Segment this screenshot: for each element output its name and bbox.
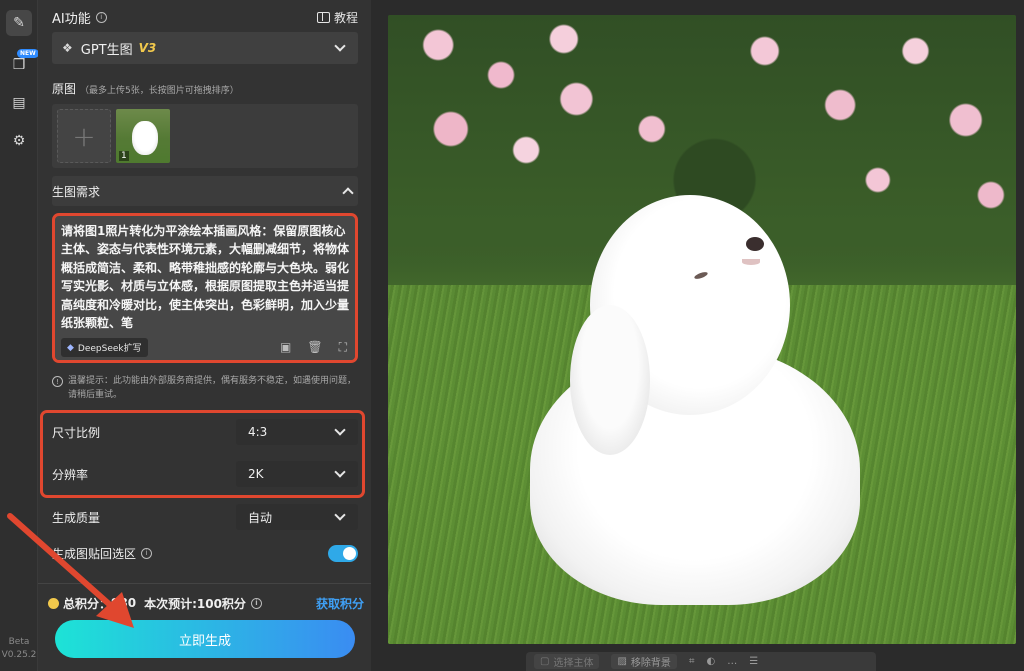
adjust-icon[interactable]: ◐ xyxy=(707,656,716,667)
chevron-up-icon[interactable] xyxy=(342,187,354,199)
thumbnail-dog xyxy=(132,121,158,155)
ai-title: AI功能 xyxy=(52,11,91,27)
quality-value: 自动 xyxy=(248,510,273,525)
tutorial-link[interactable]: 教程 xyxy=(316,9,358,26)
paste-back-info-icon[interactable]: i xyxy=(141,547,153,559)
get-points-link[interactable]: 获取积分 xyxy=(316,595,364,612)
resolution-label: 分辨率 xyxy=(52,467,89,482)
new-badge: NEW xyxy=(17,49,39,58)
generate-button[interactable]: 立即生成 xyxy=(55,620,355,658)
requirement-header[interactable]: 生图需求 xyxy=(52,176,358,206)
chevron-down-icon xyxy=(334,466,346,478)
original-title-row: 原图 （最多上传5张，长按图片可拖拽排序） xyxy=(52,80,239,97)
image-icon: ▨ xyxy=(617,656,627,667)
ai-panel: AI功能 i 教程 ❖ GPT生图 V3 原图 （最多上传5张，长按图片可拖拽排序… xyxy=(38,0,371,671)
trash-icon[interactable]: 🗑 xyxy=(307,340,322,355)
original-title: 原图 xyxy=(52,82,77,96)
dog-mouth xyxy=(742,259,760,265)
source-photo[interactable] xyxy=(388,15,1016,644)
version-beta: Beta xyxy=(8,637,30,647)
left-rail: ✎ ❒ NEW ▤ ⚙ Beta V0.25.2 xyxy=(0,0,39,671)
select-subject-label: 选择主体 xyxy=(553,658,594,669)
service-notice: ! 温馨提示：此功能由外部服务商提供，偶有服务不稳定，如遇使用问题，请稍后重试。 xyxy=(52,374,358,402)
remove-bg-label: 移除背景 xyxy=(630,658,671,669)
prompt-tools: ▣ 🗑 ⛶ xyxy=(280,340,347,355)
select-subject-button[interactable]: ▢ 选择主体 xyxy=(534,654,600,669)
dog-ear xyxy=(570,305,650,455)
chevron-down-icon xyxy=(334,40,346,52)
gear-icon[interactable]: ⚙ xyxy=(6,128,32,154)
upload-area: + 1 xyxy=(52,104,358,168)
whale-icon: ◆ xyxy=(67,342,74,353)
prompt-footer: ◆ DeepSeek扩写 ▣ 🗑 ⛶ xyxy=(55,336,355,360)
prompt-text[interactable]: 请将图1照片转化为平涂绘本插画风格：保留原图核心主体、姿态与代表性环境元素，大幅… xyxy=(61,222,351,340)
canvas-area: ▢ 选择主体 ▨ 移除背景 ⌗ ◐ … ☰ xyxy=(371,0,1024,671)
paste-back-row: 生成图贴回选区 i xyxy=(52,538,358,568)
ai-title-row: AI功能 i 教程 xyxy=(52,8,358,27)
canvas-toolbar: ▢ 选择主体 ▨ 移除背景 ⌗ ◐ … ☰ xyxy=(526,652,876,671)
prompt-textarea[interactable]: 请将图1照片转化为平涂绘本插画风格：保留原图核心主体、姿态与代表性环境元素，大幅… xyxy=(52,213,358,363)
image-thumbnail[interactable]: 1 xyxy=(116,109,170,163)
size-ratio-row: 尺寸比例 4:3 xyxy=(52,417,358,447)
clipboard-icon[interactable]: ▤ xyxy=(6,90,32,116)
model-version: V3 xyxy=(138,41,157,55)
coin-icon xyxy=(48,597,59,609)
more-icon[interactable]: … xyxy=(727,656,737,667)
deepseek-expand-button[interactable]: ◆ DeepSeek扩写 xyxy=(61,338,148,357)
paste-back-toggle[interactable] xyxy=(328,545,358,562)
model-select[interactable]: ❖ GPT生图 V3 xyxy=(52,32,358,64)
resolution-select[interactable]: 2K xyxy=(236,461,358,487)
model-name: GPT生图 xyxy=(80,42,133,58)
total-points-label: 总积分： xyxy=(63,596,112,611)
version-number: V0.25.2 xyxy=(1,650,37,660)
chevron-down-icon xyxy=(334,509,346,521)
dog-nose xyxy=(746,237,764,251)
size-ratio-label: 尺寸比例 xyxy=(52,425,101,440)
deepseek-label: DeepSeek扩写 xyxy=(77,344,142,354)
notice-text: 温馨提示：此功能由外部服务商提供，偶有服务不稳定，如遇使用问题，请稍后重试。 xyxy=(68,376,357,400)
sliders-icon[interactable]: ☰ xyxy=(749,656,758,667)
info-icon[interactable]: i xyxy=(95,11,107,23)
model-icon: ❖ xyxy=(62,41,73,55)
quality-row: 生成质量 自动 xyxy=(52,502,358,532)
prompt-library-icon[interactable]: ▣ xyxy=(280,340,291,355)
points-info-icon[interactable]: i xyxy=(250,597,262,609)
resolution-value: 2K xyxy=(248,467,264,481)
total-points-value: 980 xyxy=(111,596,137,610)
estimate-points: 本次预计:100积分 xyxy=(144,596,246,611)
edit-icon[interactable]: ✎ xyxy=(6,10,32,36)
requirement-title: 生图需求 xyxy=(52,184,101,199)
white-dog xyxy=(530,195,860,605)
quality-select[interactable]: 自动 xyxy=(236,504,358,530)
chevron-down-icon xyxy=(334,424,346,436)
thumbnail-index: 1 xyxy=(119,151,129,161)
notice-info-icon: ! xyxy=(52,376,63,387)
remove-bg-button[interactable]: ▨ 移除背景 xyxy=(611,654,677,669)
tutorial-label: 教程 xyxy=(333,11,358,25)
book-icon xyxy=(316,12,330,23)
expand-icon[interactable]: ⛶ xyxy=(339,340,347,355)
original-hint: （最多上传5张，长按图片可拖拽排序） xyxy=(80,86,239,96)
paste-back-label: 生成图贴回选区 xyxy=(52,546,137,561)
quality-label: 生成质量 xyxy=(52,510,101,525)
points-row: 总积分： 980 本次预计:100积分 i 获取积分 xyxy=(48,594,364,612)
divider xyxy=(38,583,371,584)
select-subject-icon: ▢ xyxy=(540,656,550,667)
size-ratio-value: 4:3 xyxy=(248,425,268,439)
crop-icon[interactable]: ⌗ xyxy=(689,656,695,667)
size-ratio-select[interactable]: 4:3 xyxy=(236,419,358,445)
resolution-row: 分辨率 2K xyxy=(52,459,358,489)
add-image-button[interactable]: + xyxy=(57,109,111,163)
